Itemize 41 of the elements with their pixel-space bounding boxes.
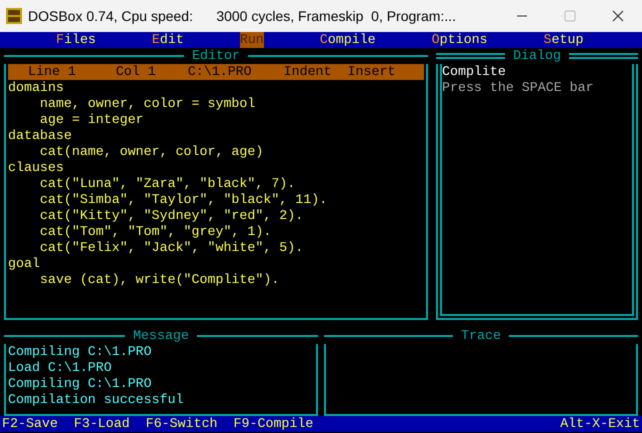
message-line: Compiling C:\1.PRO [7, 344, 153, 360]
code-line: save (cat), write("Complite"). [38, 272, 280, 288]
code-line: clauses [7, 160, 65, 176]
code-line: name, owner, color = symbol [38, 96, 256, 112]
shortcut-hint: F3-Load [74, 416, 130, 432]
code-line: age = integer [38, 112, 145, 128]
status-field: Insert [348, 64, 396, 80]
code-line: cat("Kitty", "Sydney", "red", 2). [38, 208, 304, 224]
menu-item[interactable]: Compile [320, 32, 376, 48]
code-line: cat("Simba", "Taylor", "black", 11). [38, 192, 328, 208]
message-line: Load C:\1.PRO [7, 360, 113, 376]
menu-item[interactable]: Options [432, 32, 488, 48]
code-line: cat("Luna", "Zara", "black", 7). [38, 176, 296, 192]
code-line: cat("Felix", "Jack", "white", 5). [38, 240, 304, 256]
status-field: Indent [284, 64, 332, 80]
window-title: DOSBox 0.74, Cpu speed: 3000 cycles, Frameskip 0, Program:... [28, 6, 456, 26]
shortcut-hint: F2-Save [2, 416, 58, 432]
panel-title: Editor [191, 48, 241, 64]
shortcut-hint: F6-Switch [146, 416, 218, 432]
dialog-prompt: Press the SPACE bar [442, 80, 595, 96]
panel-title: Dialog [512, 48, 562, 64]
dialog-heading: Complite [442, 64, 507, 80]
panel-title: Trace [460, 328, 502, 344]
status-field: C:\1.PRO [188, 64, 252, 80]
code-line: cat(name, owner, color, age) [38, 144, 264, 160]
menu-item[interactable]: Edit [152, 32, 184, 48]
status-field: Line 1 [28, 64, 76, 80]
message-line: Compilation successful [7, 392, 185, 408]
menu-item[interactable]: Files [56, 32, 96, 48]
app-icon [6, 8, 22, 24]
exit-hint: Alt-X-Exit [560, 416, 640, 432]
code-line: cat("Tom", "Tom", "grey", 1). [38, 224, 272, 240]
menu-item[interactable]: Setup [544, 32, 584, 48]
message-line: Compiling C:\1.PRO [7, 376, 153, 392]
code-line: database [7, 128, 73, 144]
code-line: domains [7, 80, 65, 96]
shortcut-hint: F9-Compile [234, 416, 314, 432]
status-field: Col 1 [116, 64, 156, 80]
code-line: goal [7, 256, 41, 272]
close-icon[interactable] [612, 10, 624, 22]
panel-title: Message [132, 328, 190, 344]
